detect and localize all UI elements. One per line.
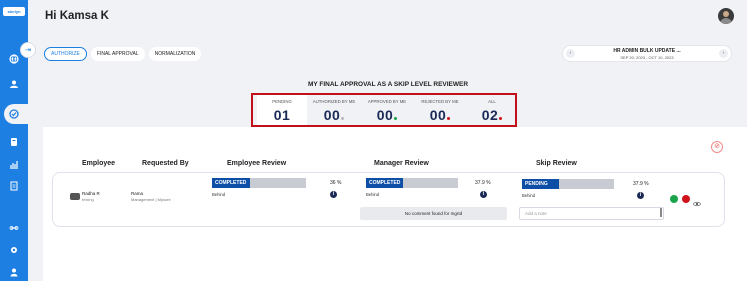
period-selector: ‹ HR ADMIN BULK UPDATE ... SEP 20, 2023 … (562, 45, 732, 62)
employee-review-percent: 36 % (330, 180, 342, 186)
status-dot (394, 117, 398, 120)
next-period-button[interactable]: › (719, 49, 728, 58)
requester-subtitle: Management | Mysore (131, 197, 171, 202)
settings-icon[interactable] (8, 244, 20, 256)
tab-normalization[interactable]: NORMALIZATION (148, 47, 202, 61)
chart-icon[interactable] (8, 158, 20, 170)
header-requested-by: Requested By (142, 160, 189, 167)
stat-all[interactable]: ALL 02 (467, 95, 517, 125)
eye-icon[interactable] (693, 195, 701, 207)
stat-rejected[interactable]: REJECTED BY ME 00 (415, 95, 465, 125)
team-icon[interactable] (8, 78, 20, 90)
manager-review-status: COMPLETED (366, 178, 403, 188)
requester-name: Rama (131, 191, 144, 196)
header-manager-review: Manager Review (374, 160, 429, 167)
tab-final-approval[interactable]: FINAL APPROVAL (90, 47, 145, 61)
employee-review-status: COMPLETED (212, 178, 250, 188)
employee-subtitle: testing (82, 197, 94, 202)
reject-button[interactable] (682, 195, 690, 203)
period-dates: SEP 20, 2023 - OCT 10, 2023 (620, 55, 674, 60)
skip-review-status: PENDING (522, 179, 559, 189)
app-logo: sterlyn (3, 7, 25, 16)
report-icon[interactable] (8, 180, 20, 192)
header-employee: Employee (82, 160, 116, 167)
stat-value: 00 (323, 107, 341, 123)
header-skip-review: Skip Review (536, 160, 577, 167)
header-employee-review: Employee Review (227, 160, 287, 167)
stat-pending[interactable]: PENDING 01 (257, 95, 307, 125)
skip-review-progress: PENDING (522, 179, 614, 189)
stat-value: 01 (273, 107, 291, 123)
employee-name[interactable]: Radha R (82, 191, 100, 196)
avatar[interactable] (718, 8, 734, 24)
globe-icon[interactable] (8, 53, 20, 65)
note-input[interactable]: Add a note (519, 207, 664, 220)
page-greeting: Hi Kamsa K (45, 10, 109, 22)
employee-review-progress: COMPLETED (212, 178, 306, 188)
manager-review-percent: 37.9 % (475, 180, 491, 186)
stat-label: AUTHORIZED BY ME (312, 99, 356, 104)
approval-icon[interactable] (8, 108, 20, 120)
info-icon[interactable]: i (330, 191, 337, 198)
stat-label: PENDING (272, 99, 292, 104)
stat-value: 02 (481, 107, 499, 123)
info-icon[interactable]: i (480, 191, 487, 198)
link-icon[interactable] (8, 222, 20, 234)
note-scrollbar[interactable] (660, 208, 662, 217)
stat-label: REJECTED BY ME (421, 99, 459, 104)
tab-authorize[interactable]: AUTHORIZE (44, 47, 87, 61)
manager-review-progress: COMPLETED (366, 178, 458, 188)
status-dot (447, 117, 451, 120)
stat-label: APPROVED BY ME (367, 99, 407, 104)
skip-review-tag: Behind (522, 193, 536, 198)
stat-authorized[interactable]: AUTHORIZED BY ME 00 (309, 95, 359, 125)
status-dot (341, 117, 345, 120)
stat-label: ALL (488, 99, 496, 104)
period-title[interactable]: HR ADMIN BULK UPDATE ... (563, 48, 731, 54)
employee-avatar (70, 193, 80, 200)
employee-review-tag: Behind (212, 192, 226, 197)
document-icon[interactable] (8, 136, 20, 148)
filter-icon[interactable]: ⊘ (711, 141, 723, 153)
stat-value: 00 (429, 107, 447, 123)
stat-approved[interactable]: APPROVED BY ME 00 (362, 95, 412, 125)
status-dot (499, 117, 503, 120)
profile-icon[interactable] (8, 266, 20, 278)
stat-value: 00 (376, 107, 394, 123)
summary-title: MY FINAL APPROVAL AS A SKIP LEVEL REVIEW… (307, 81, 469, 88)
info-icon[interactable]: i (637, 192, 644, 199)
manager-review-tag: Behind (366, 192, 380, 197)
approve-button[interactable] (670, 195, 678, 203)
view-tabs: AUTHORIZE FINAL APPROVAL NORMALIZATION (44, 47, 202, 61)
arrow-right-icon: ⇥ (25, 47, 31, 54)
skip-review-percent: 37.9 % (633, 181, 649, 187)
manager-comment: No comment found for mgrId (360, 207, 507, 220)
sidebar-toggle-button[interactable]: ⇥ (20, 42, 36, 58)
